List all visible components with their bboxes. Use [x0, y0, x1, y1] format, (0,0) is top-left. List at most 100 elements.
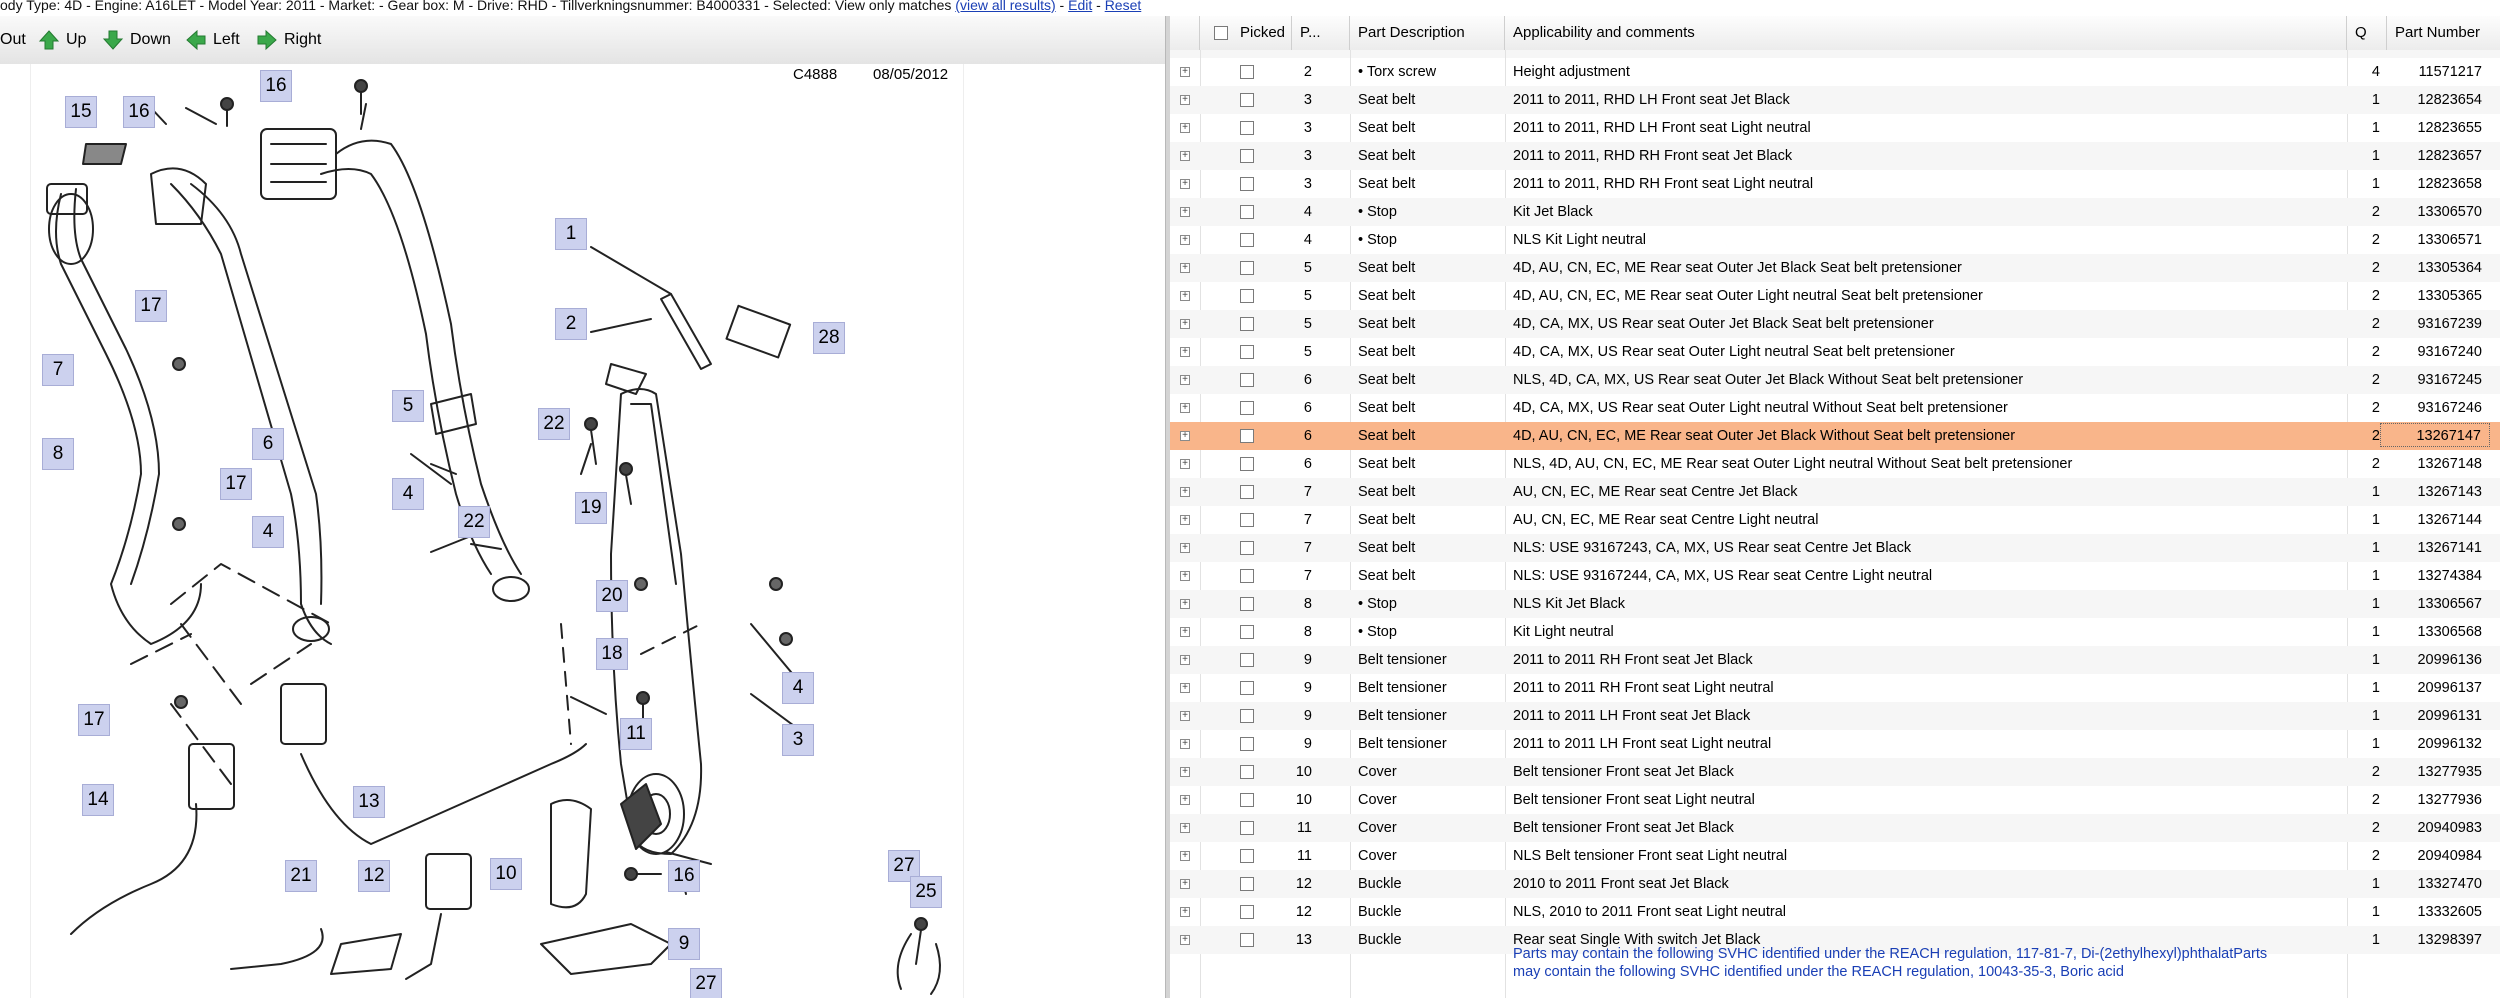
header-part-description[interactable]: Part Description: [1350, 16, 1505, 50]
table-row[interactable]: +3 Seat belt 2011 to 2011, RHD RH Front se…: [1170, 142, 2500, 170]
expand-row-icon[interactable]: +: [1180, 739, 1190, 749]
expand-row-icon[interactable]: +: [1180, 67, 1190, 77]
callout-22[interactable]: 22: [538, 408, 570, 440]
picked-checkbox[interactable]: [1240, 933, 1254, 947]
table-row[interactable]: +5 Seat belt 4D, AU, CN, EC, ME Rear seat …: [1170, 282, 2500, 310]
picked-checkbox[interactable]: [1240, 513, 1254, 527]
part-number-cell[interactable]: 13306570: [2380, 198, 2490, 226]
callout-10[interactable]: 10: [490, 858, 522, 890]
expand-row-icon[interactable]: +: [1180, 935, 1190, 945]
callout-1[interactable]: 1: [555, 218, 587, 250]
table-row[interactable]: +3 Seat belt 2011 to 2011, RHD LH Front se…: [1170, 114, 2500, 142]
picked-checkbox[interactable]: [1240, 289, 1254, 303]
picked-checkbox[interactable]: [1240, 597, 1254, 611]
table-row[interactable]: +8 • Stop NLS Kit Jet Black 1 13306567: [1170, 590, 2500, 618]
expand-row-icon[interactable]: +: [1180, 95, 1190, 105]
picked-checkbox[interactable]: [1240, 849, 1254, 863]
table-row[interactable]: +4 • Stop Kit Jet Black 2 13306570: [1170, 198, 2500, 226]
callout-22[interactable]: 22: [458, 506, 490, 538]
expand-row-icon[interactable]: +: [1180, 375, 1190, 385]
pan-down-button[interactable]: Down: [102, 28, 171, 52]
part-number-cell[interactable]: 12823655: [2380, 114, 2490, 142]
part-number-cell[interactable]: 13277935: [2380, 758, 2490, 786]
part-number-cell[interactable]: 20940984: [2380, 842, 2490, 870]
table-row[interactable]: +12 Buckle NLS, 2010 to 2011 Front seat Li…: [1170, 898, 2500, 926]
table-row[interactable]: +7 Seat belt AU, CN, EC, ME Rear seat Cent…: [1170, 478, 2500, 506]
callout-7[interactable]: 7: [42, 354, 74, 386]
expand-row-icon[interactable]: +: [1180, 319, 1190, 329]
expand-row-icon[interactable]: +: [1180, 459, 1190, 469]
expand-row-icon[interactable]: +: [1180, 235, 1190, 245]
part-number-cell[interactable]: 13306568: [2380, 618, 2490, 646]
picked-checkbox[interactable]: [1240, 177, 1254, 191]
expand-row-icon[interactable]: +: [1180, 571, 1190, 581]
picked-checkbox[interactable]: [1240, 65, 1254, 79]
table-row[interactable]: +11 Cover NLS Belt tensioner Front seat Li…: [1170, 842, 2500, 870]
reset-link[interactable]: Reset: [1105, 0, 1142, 13]
table-row-selected[interactable]: +6 Seat belt 4D, AU, CN, EC, ME Rear seat …: [1170, 422, 2500, 450]
part-number-cell[interactable]: 93167246: [2380, 394, 2490, 422]
part-number-cell[interactable]: 20996137: [2380, 674, 2490, 702]
picked-checkbox[interactable]: [1240, 401, 1254, 415]
part-number-cell[interactable]: 13267141: [2380, 534, 2490, 562]
picked-checkbox[interactable]: [1240, 793, 1254, 807]
expand-row-icon[interactable]: +: [1180, 627, 1190, 637]
pan-up-button[interactable]: Up: [38, 28, 86, 52]
table-row[interactable]: +7 Seat belt NLS: USE 93167243, CA, MX, US…: [1170, 534, 2500, 562]
table-row[interactable]: +11 Cover Belt tensioner Front seat Jet Bl…: [1170, 814, 2500, 842]
part-number-cell[interactable]: 20940983: [2380, 814, 2490, 842]
table-row[interactable]: +2 • Torx screw Height adjustment 4 11571217: [1170, 58, 2500, 86]
callout-8[interactable]: 8: [42, 438, 74, 470]
picked-checkbox[interactable]: [1240, 261, 1254, 275]
expand-row-icon[interactable]: +: [1180, 599, 1190, 609]
expand-row-icon[interactable]: +: [1180, 179, 1190, 189]
edit-link[interactable]: Edit: [1068, 0, 1092, 13]
part-number-cell[interactable]: 13274384: [2380, 562, 2490, 590]
picked-checkbox[interactable]: [1240, 429, 1254, 443]
expand-row-icon[interactable]: +: [1180, 543, 1190, 553]
expand-row-icon[interactable]: +: [1180, 431, 1190, 441]
part-number-cell[interactable]: 13306567: [2380, 590, 2490, 618]
expand-row-icon[interactable]: +: [1180, 851, 1190, 861]
table-row[interactable]: +3 Seat belt 2011 to 2011, RHD RH Front se…: [1170, 170, 2500, 198]
part-number-cell[interactable]: 12823657: [2380, 142, 2490, 170]
pan-left-button[interactable]: Left: [185, 28, 240, 52]
pan-right-button[interactable]: Right: [256, 28, 321, 52]
callout-18[interactable]: 18: [596, 638, 628, 670]
expand-row-icon[interactable]: +: [1180, 795, 1190, 805]
picked-checkbox[interactable]: [1240, 821, 1254, 835]
picked-checkbox[interactable]: [1240, 317, 1254, 331]
expand-row-icon[interactable]: +: [1180, 655, 1190, 665]
part-number-cell[interactable]: 13277936: [2380, 786, 2490, 814]
expand-row-icon[interactable]: +: [1180, 823, 1190, 833]
picked-checkbox[interactable]: [1240, 485, 1254, 499]
table-row[interactable]: +12 Buckle 2010 to 2011 Front seat Jet Bla…: [1170, 870, 2500, 898]
picked-checkbox[interactable]: [1240, 457, 1254, 471]
expand-row-icon[interactable]: +: [1180, 487, 1190, 497]
callout-9[interactable]: 9: [668, 928, 700, 960]
expand-row-icon[interactable]: +: [1180, 151, 1190, 161]
table-row[interactable]: +10 Cover Belt tensioner Front seat Light …: [1170, 786, 2500, 814]
part-number-cell[interactable]: 13267147: [2380, 423, 2490, 447]
picked-checkbox[interactable]: [1240, 625, 1254, 639]
header-applicability[interactable]: Applicability and comments: [1505, 16, 2347, 50]
expand-row-icon[interactable]: +: [1180, 291, 1190, 301]
expand-row-icon[interactable]: +: [1180, 347, 1190, 357]
header-position[interactable]: P...: [1292, 16, 1350, 50]
table-row[interactable]: +8 • Stop Kit Light neutral 1 13306568: [1170, 618, 2500, 646]
picked-checkbox[interactable]: [1240, 93, 1254, 107]
table-row[interactable]: +6 Seat belt NLS, 4D, AU, CN, EC, ME Rear …: [1170, 450, 2500, 478]
expand-row-icon[interactable]: +: [1180, 879, 1190, 889]
callout-15[interactable]: 15: [65, 96, 97, 128]
picked-checkbox[interactable]: [1240, 205, 1254, 219]
picked-checkbox[interactable]: [1240, 877, 1254, 891]
callout-3[interactable]: 3: [782, 724, 814, 756]
callout-13[interactable]: 13: [353, 786, 385, 818]
table-row[interactable]: +3 Seat belt 2011 to 2011, RHD LH Front se…: [1170, 86, 2500, 114]
part-number-cell[interactable]: 13306571: [2380, 226, 2490, 254]
callout-17[interactable]: 17: [220, 468, 252, 500]
picked-checkbox[interactable]: [1240, 149, 1254, 163]
part-number-cell[interactable]: 20996136: [2380, 646, 2490, 674]
part-number-cell[interactable]: 12823658: [2380, 170, 2490, 198]
picked-checkbox[interactable]: [1240, 345, 1254, 359]
